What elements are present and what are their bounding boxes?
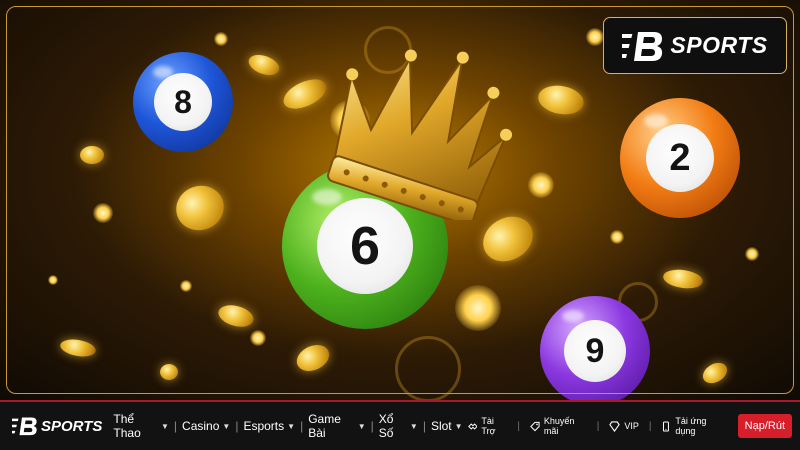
menu-item-xo-so[interactable]: Xổ Số ▼ <box>374 412 423 440</box>
sparkle <box>93 203 113 223</box>
menu-item-label: Slot <box>430 419 452 433</box>
link-khuyen-mai[interactable]: Khuyến mãi <box>530 416 587 436</box>
chevron-down-icon: ▼ <box>409 421 418 431</box>
link-tai-tro[interactable]: Tài Trợ <box>467 416 508 436</box>
menu-item-esports[interactable]: Esports ▼ <box>238 419 300 433</box>
link-label: Khuyến mãi <box>543 416 575 436</box>
chevron-down-icon: ▼ <box>357 421 366 431</box>
phone-icon <box>663 420 670 432</box>
sparkle <box>745 247 759 261</box>
coin-icon <box>699 358 731 388</box>
sparkle <box>180 280 192 292</box>
link-divider: | <box>517 420 520 432</box>
menu-item-label: Esports <box>243 419 285 433</box>
coin-icon <box>80 146 104 164</box>
menu-item-slot[interactable]: Slot ▼ <box>426 419 468 433</box>
sparkle <box>250 330 266 346</box>
nav-brand-name: SPORTS <box>41 417 103 435</box>
menu-item-label: Casino <box>182 419 220 433</box>
coin-icon <box>661 267 705 291</box>
ball-number: 2 <box>646 124 714 192</box>
sparkle <box>610 230 624 244</box>
sparkle <box>214 32 228 46</box>
link-divider: | <box>648 420 652 432</box>
deposit-withdraw-button[interactable]: Nạp/Rút <box>737 414 792 438</box>
menu-item-label: Xổ Số <box>378 412 394 440</box>
menu-item-casino[interactable]: Casino ▼ <box>177 419 235 433</box>
link-label: Tài Trợ <box>481 416 496 436</box>
glow-ring <box>395 336 461 400</box>
coin-icon <box>160 364 178 380</box>
link-divider: | <box>596 420 600 432</box>
hero-banner: 8 2 9 6 SPORTS <box>0 0 800 400</box>
main-menu: Thể Thao ▼ | Casino ▼ | Esports ▼ | Game… <box>108 412 467 440</box>
menu-item-game-bai[interactable]: Game Bài ▼ <box>303 412 370 440</box>
nav-logo[interactable]: SPORTS <box>12 415 102 437</box>
chevron-down-icon: ▼ <box>222 421 231 431</box>
b-logo-icon <box>12 417 37 436</box>
chevron-down-icon: ▼ <box>161 421 169 431</box>
ball-number: 8 <box>154 73 212 131</box>
sparkle <box>528 172 554 198</box>
menu-item-the-thao[interactable]: Thể Thao ▼ <box>108 412 174 440</box>
coin-icon <box>58 336 98 360</box>
link-tai-ung-dung[interactable]: Tải ứng dụng <box>661 416 723 436</box>
coin-icon <box>245 51 283 79</box>
coin-icon <box>292 339 334 377</box>
coin-icon <box>216 301 256 331</box>
handshake-icon <box>467 422 478 430</box>
lottery-ball: 8 <box>133 52 233 152</box>
top-navbar: SPORTS Thể Thao ▼ | Casino ▼ | Esports ▼… <box>0 400 800 450</box>
brand-logo[interactable]: SPORTS <box>603 17 787 74</box>
link-vip[interactable]: VIP <box>609 420 639 432</box>
sparkle <box>586 28 604 46</box>
diamond-icon <box>609 420 621 432</box>
link-label: VIP <box>624 421 639 431</box>
lottery-ball: 9 <box>540 296 650 400</box>
coin-icon <box>169 179 231 237</box>
tag-icon <box>530 421 540 431</box>
chevron-down-icon: ▼ <box>287 421 296 431</box>
sparkle <box>455 285 501 331</box>
ball-number: 9 <box>564 320 626 382</box>
b-logo-icon <box>622 31 663 61</box>
coin-icon <box>535 82 587 118</box>
crown-icon <box>327 49 512 220</box>
lottery-ball: 2 <box>620 98 740 218</box>
brand-name: SPORTS <box>670 32 768 58</box>
menu-item-label: Thể Thao <box>113 412 141 440</box>
utility-links: Tài Trợ | Khuyến mãi | VIP | Tải ứng dụn… <box>467 414 792 438</box>
chevron-down-icon: ▼ <box>454 421 463 431</box>
link-label: Tải ứng dụng <box>675 416 707 436</box>
menu-item-label: Game Bài <box>308 412 341 440</box>
sparkle <box>48 275 58 285</box>
